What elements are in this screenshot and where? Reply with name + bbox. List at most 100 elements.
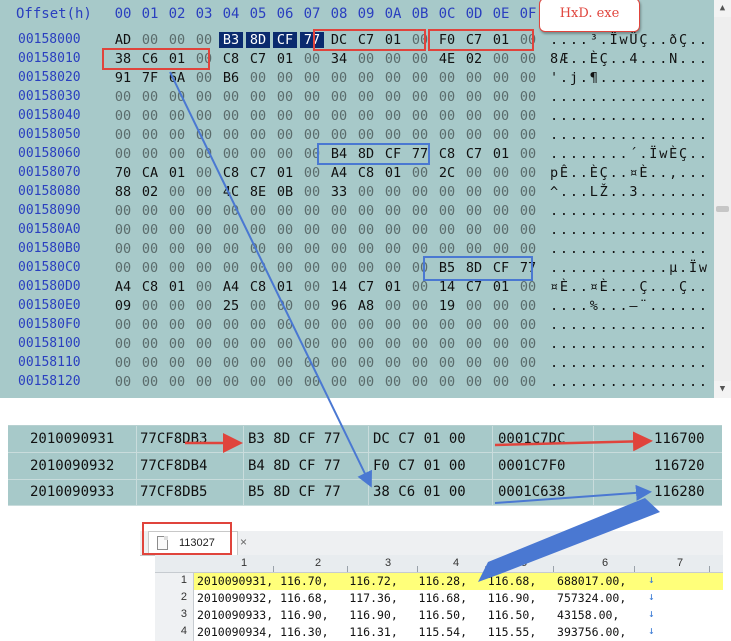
hex-byte[interactable]: 00 <box>219 241 243 257</box>
ascii-column[interactable]: ................ <box>550 241 709 257</box>
hex-byte[interactable]: 00 <box>192 146 216 162</box>
editor-line[interactable]: 2010090931, 116.70, 116.72, 116.28, 116.… <box>194 573 723 590</box>
hex-byte[interactable]: 00 <box>300 355 324 371</box>
ascii-column[interactable]: ¤È..¤È...Ç...Ç.. <box>550 279 709 295</box>
hex-row[interactable]: 00158040 00 00 00 00 00 00 00 00 00 00 00 00 00 00 00 00… <box>0 108 714 127</box>
hex-byte[interactable]: C8 <box>435 146 459 162</box>
hex-byte[interactable]: 00 <box>111 336 135 352</box>
hex-byte[interactable]: 00 <box>489 51 513 67</box>
hex-byte[interactable]: 00 <box>246 108 270 124</box>
hex-byte[interactable]: 00 <box>354 374 378 390</box>
hex-byte[interactable]: 00 <box>192 89 216 105</box>
hex-byte[interactable]: 00 <box>246 203 270 219</box>
hex-byte[interactable]: 00 <box>408 279 432 295</box>
hex-byte[interactable]: 00 <box>219 108 243 124</box>
hex-byte[interactable]: 00 <box>273 374 297 390</box>
hex-byte[interactable]: 00 <box>435 127 459 143</box>
hex-byte[interactable]: 00 <box>435 317 459 333</box>
hex-byte[interactable]: 00 <box>219 127 243 143</box>
ascii-column[interactable]: ................ <box>550 374 709 390</box>
hex-byte[interactable]: 70 <box>111 165 135 181</box>
hex-byte[interactable]: 00 <box>354 317 378 333</box>
hex-byte[interactable]: 00 <box>381 184 405 200</box>
hex-byte[interactable]: 00 <box>111 127 135 143</box>
hex-byte[interactable]: C7 <box>462 279 486 295</box>
hex-byte[interactable]: C7 <box>246 51 270 67</box>
hex-byte[interactable]: 00 <box>138 260 162 276</box>
hex-byte[interactable]: 00 <box>462 127 486 143</box>
hex-byte[interactable]: 00 <box>489 108 513 124</box>
hex-byte[interactable]: 14 <box>435 279 459 295</box>
hex-byte[interactable]: CA <box>138 165 162 181</box>
hex-byte[interactable]: 00 <box>516 374 540 390</box>
hex-byte[interactable]: 00 <box>165 355 189 371</box>
hex-byte[interactable]: 00 <box>408 241 432 257</box>
hex-byte[interactable]: 00 <box>516 317 540 333</box>
hex-byte[interactable]: 00 <box>516 222 540 238</box>
hex-byte[interactable]: 00 <box>111 317 135 333</box>
hex-byte[interactable]: 00 <box>516 70 540 86</box>
hex-byte[interactable]: 00 <box>192 336 216 352</box>
hex-byte[interactable]: 00 <box>111 355 135 371</box>
ascii-column[interactable]: ................ <box>550 127 709 143</box>
hex-byte[interactable]: 00 <box>435 374 459 390</box>
hex-byte[interactable]: 00 <box>381 336 405 352</box>
hex-byte[interactable]: 8D <box>246 32 270 48</box>
hex-byte[interactable]: 00 <box>300 89 324 105</box>
hex-byte[interactable]: 00 <box>246 317 270 333</box>
hex-byte[interactable]: 00 <box>435 222 459 238</box>
hex-byte[interactable]: 00 <box>138 241 162 257</box>
hex-byte[interactable]: 34 <box>327 51 351 67</box>
hex-byte[interactable]: 00 <box>327 108 351 124</box>
editor-line[interactable]: 2010090934, 116.30, 116.31, 115.54, 115.… <box>194 624 723 641</box>
hex-byte[interactable]: 00 <box>516 127 540 143</box>
hex-byte[interactable]: 00 <box>219 203 243 219</box>
hex-byte[interactable]: 00 <box>300 298 324 314</box>
hex-byte[interactable]: 00 <box>462 374 486 390</box>
hex-byte[interactable]: 00 <box>165 336 189 352</box>
hex-byte[interactable]: 00 <box>111 241 135 257</box>
hex-byte[interactable]: 00 <box>300 108 324 124</box>
ascii-column[interactable]: ....³.ÏwÜÇ..ðÇ.. <box>550 32 709 48</box>
hex-byte[interactable]: A8 <box>354 298 378 314</box>
hex-byte[interactable]: 00 <box>381 298 405 314</box>
hex-row[interactable]: 00158100 00 00 00 00 00 00 00 00 00 00 00 00 00 00 00 00… <box>0 336 714 355</box>
hex-byte[interactable]: 00 <box>489 317 513 333</box>
hex-byte[interactable]: 00 <box>435 336 459 352</box>
hex-byte[interactable]: 00 <box>300 165 324 181</box>
ascii-column[interactable]: ............µ.Ïw <box>550 260 709 276</box>
hex-byte[interactable]: 00 <box>246 70 270 86</box>
hex-byte[interactable]: 19 <box>435 298 459 314</box>
hex-byte[interactable]: 00 <box>462 70 486 86</box>
hex-byte[interactable]: 00 <box>111 222 135 238</box>
hex-byte[interactable]: 00 <box>435 108 459 124</box>
hex-byte[interactable]: 00 <box>327 70 351 86</box>
hex-byte[interactable]: 00 <box>219 355 243 371</box>
hex-byte[interactable]: 00 <box>138 374 162 390</box>
hex-byte[interactable]: 00 <box>354 184 378 200</box>
scroll-down-icon[interactable]: ▼ <box>714 381 731 398</box>
hex-byte[interactable]: 00 <box>381 89 405 105</box>
hex-byte[interactable]: 96 <box>327 298 351 314</box>
hex-byte[interactable]: 00 <box>354 51 378 67</box>
hex-byte[interactable]: 00 <box>462 184 486 200</box>
hex-byte[interactable]: 00 <box>354 203 378 219</box>
hex-byte[interactable]: 00 <box>300 336 324 352</box>
editor-line[interactable]: 2010090932, 116.68, 117.36, 116.68, 116.… <box>194 590 723 607</box>
hex-byte[interactable]: B3 <box>219 32 243 48</box>
hex-byte[interactable]: 00 <box>300 317 324 333</box>
hex-byte[interactable]: 00 <box>462 108 486 124</box>
hex-byte[interactable]: 00 <box>138 127 162 143</box>
hex-byte[interactable]: 00 <box>273 70 297 86</box>
hex-byte[interactable]: 00 <box>246 127 270 143</box>
hex-byte[interactable]: 00 <box>516 89 540 105</box>
hex-byte[interactable]: 00 <box>192 260 216 276</box>
hex-byte[interactable]: 00 <box>381 260 405 276</box>
hex-byte[interactable]: 00 <box>246 336 270 352</box>
ascii-column[interactable]: ................ <box>550 355 709 371</box>
hex-byte[interactable]: 00 <box>138 203 162 219</box>
hex-byte[interactable]: 00 <box>165 222 189 238</box>
hex-byte[interactable]: 00 <box>489 355 513 371</box>
ascii-column[interactable]: ................ <box>550 203 709 219</box>
hex-byte[interactable]: 00 <box>408 165 432 181</box>
